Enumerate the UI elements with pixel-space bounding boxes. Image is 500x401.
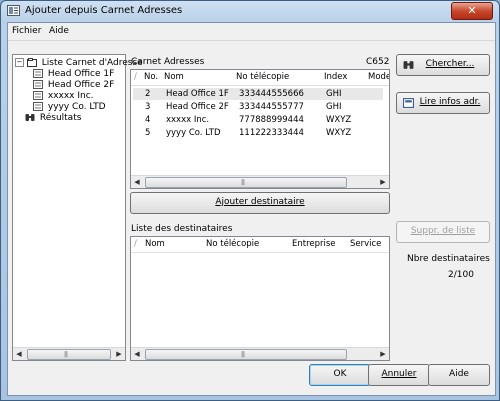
column-header-fax[interactable]: No télécopie <box>236 70 289 85</box>
column-header-fax[interactable]: No télécopie <box>206 237 259 252</box>
column-header-name[interactable]: Nom <box>164 70 184 85</box>
column-header-service[interactable]: Service <box>350 237 381 252</box>
cancel-button[interactable]: Annuler <box>368 364 430 386</box>
column-header-mode[interactable]: Mode <box>368 70 389 85</box>
address-list-tree: − Liste Carnet d'Adresse Head Office 1F … <box>12 54 143 361</box>
cell-no: 4 <box>145 115 151 125</box>
column-header-index[interactable]: Index <box>324 70 347 85</box>
column-header-no[interactable]: No. <box>144 70 158 85</box>
address-list-icon <box>33 91 43 100</box>
tree-item[interactable]: Head Office 1F <box>33 69 114 80</box>
add-destination-label: Ajouter destinataire <box>215 197 305 207</box>
tree-item-label: Head Office 2F <box>47 80 115 90</box>
scroll-left-icon[interactable]: ◀ <box>13 349 25 359</box>
scroll-left-icon[interactable]: ◀ <box>131 177 143 187</box>
tree-results[interactable]: Résultats <box>25 113 81 124</box>
cell-index: GHI <box>326 89 342 99</box>
address-book-table: / No. Nom No télécopie Index Mode 2 Head… <box>130 69 390 189</box>
scrollbar-thumb[interactable]: ||| <box>27 349 111 360</box>
table-row[interactable]: 4 xxxxx Inc. 777888999444 WXYZ <box>133 114 383 126</box>
table-row[interactable]: 5 yyyy Co. LTD 111222333444 WXYZ <box>133 127 383 139</box>
cell-no: 5 <box>145 128 151 138</box>
column-header-name[interactable]: Nom <box>145 237 165 252</box>
destination-table-horizontal-scrollbar[interactable]: ◀ ||| ▶ <box>131 347 389 360</box>
cell-index: WXYZ <box>326 115 352 125</box>
menu-bar: Fichier Aide <box>8 23 495 41</box>
table-row[interactable]: 2 Head Office 1F 333444555666 GHI <box>133 88 383 100</box>
address-list-icon <box>33 102 43 111</box>
tree-horizontal-scrollbar[interactable]: ◀ ||| ▶ <box>13 347 125 360</box>
scrollbar-thumb[interactable]: ||| <box>145 349 347 360</box>
close-button[interactable]: ✕ <box>451 2 493 20</box>
cell-no: 3 <box>145 102 151 112</box>
tree-item-label: xxxxx Inc. <box>47 91 94 101</box>
destination-table: / Nom No télécopie Entreprise Service ◀ … <box>130 236 390 361</box>
ok-label: OK <box>333 369 347 379</box>
add-destination-button[interactable]: Ajouter destinataire <box>130 192 390 214</box>
binoculars-icon <box>403 61 414 69</box>
tree-item[interactable]: yyyy Co. LTD <box>33 102 106 113</box>
scroll-right-icon[interactable]: ▶ <box>113 349 125 359</box>
cancel-label: Annuler <box>381 369 417 379</box>
main-window: Ajouter depuis Carnet Adresses ✕ Fichier… <box>0 0 500 401</box>
cell-name: xxxxx Inc. <box>166 115 210 125</box>
cell-index: WXYZ <box>326 128 352 138</box>
destination-list-label: Liste des destinataires <box>131 224 233 234</box>
tree-item-label: yyyy Co. LTD <box>47 102 106 112</box>
model-label: C652 <box>366 57 390 67</box>
address-list-icon <box>33 69 43 78</box>
table-header: / Nom No télécopie Entreprise Service <box>131 237 389 253</box>
cell-name: yyyy Co. LTD <box>166 128 221 138</box>
menu-aide[interactable]: Aide <box>49 26 69 36</box>
scroll-right-icon[interactable]: ▶ <box>377 349 389 359</box>
destination-count-value: 2/100 <box>448 270 474 280</box>
column-header-company[interactable]: Entreprise <box>292 237 336 252</box>
window-title: Ajouter depuis Carnet Adresses <box>25 5 183 16</box>
menu-fichier[interactable]: Fichier <box>12 26 41 36</box>
address-table-horizontal-scrollbar[interactable]: ◀ ||| ▶ <box>131 175 389 188</box>
cell-fax: 777888999444 <box>239 115 304 125</box>
search-label: Chercher... <box>425 59 475 69</box>
cell-fax: 111222333444 <box>239 128 304 138</box>
table-row[interactable]: 3 Head Office 2F 333444555777 GHI <box>133 101 383 113</box>
table-header: / No. Nom No télécopie Index Mode <box>131 70 389 86</box>
cell-no: 2 <box>145 89 151 99</box>
destination-count-label: Nbre destinataires <box>407 254 490 264</box>
help-button[interactable]: Aide <box>428 364 490 386</box>
cell-index: GHI <box>326 102 342 112</box>
cell-name: Head Office 1F <box>166 89 229 99</box>
ok-button[interactable]: OK <box>309 364 371 386</box>
scroll-right-icon[interactable]: ▶ <box>377 177 389 187</box>
folder-icon <box>26 58 37 67</box>
delete-from-list-button[interactable]: Suppr. de liste <box>396 221 490 243</box>
address-list-icon <box>33 80 43 89</box>
tree-item[interactable]: xxxxx Inc. <box>33 91 94 102</box>
help-label: Aide <box>449 369 469 379</box>
collapse-icon[interactable]: − <box>15 58 24 67</box>
title-bar[interactable]: Ajouter depuis Carnet Adresses ✕ <box>1 1 499 21</box>
tree-root[interactable]: − Liste Carnet d'Adresse <box>15 58 143 69</box>
cell-fax: 333444555666 <box>239 89 304 99</box>
tree-root-label: Liste Carnet d'Adresse <box>41 58 143 68</box>
scroll-left-icon[interactable]: ◀ <box>131 349 143 359</box>
tree-item-label: Head Office 1F <box>47 69 115 79</box>
address-book-label: Carnet Adresses <box>131 57 205 67</box>
delete-from-list-label: Suppr. de liste <box>410 226 476 236</box>
cell-name: Head Office 2F <box>166 102 229 112</box>
address-info-icon <box>403 98 414 108</box>
search-button[interactable]: Chercher... <box>396 54 490 76</box>
cell-fax: 333444555777 <box>239 102 304 112</box>
tree-results-label: Résultats <box>39 113 82 123</box>
sort-column-header[interactable]: / <box>134 237 137 252</box>
tree-item[interactable]: Head Office 2F <box>33 80 114 91</box>
read-address-info-button[interactable]: Lire infos adr. <box>396 92 490 114</box>
address-book-icon <box>7 5 20 16</box>
scrollbar-thumb[interactable]: ||| <box>145 177 347 188</box>
dialog-body: Fichier Aide − Liste Carnet d'Adresse He… <box>7 22 496 396</box>
binoculars-icon <box>25 114 35 121</box>
read-address-info-label: Lire infos adr. <box>419 97 481 107</box>
sort-column-header[interactable]: / <box>134 70 137 85</box>
